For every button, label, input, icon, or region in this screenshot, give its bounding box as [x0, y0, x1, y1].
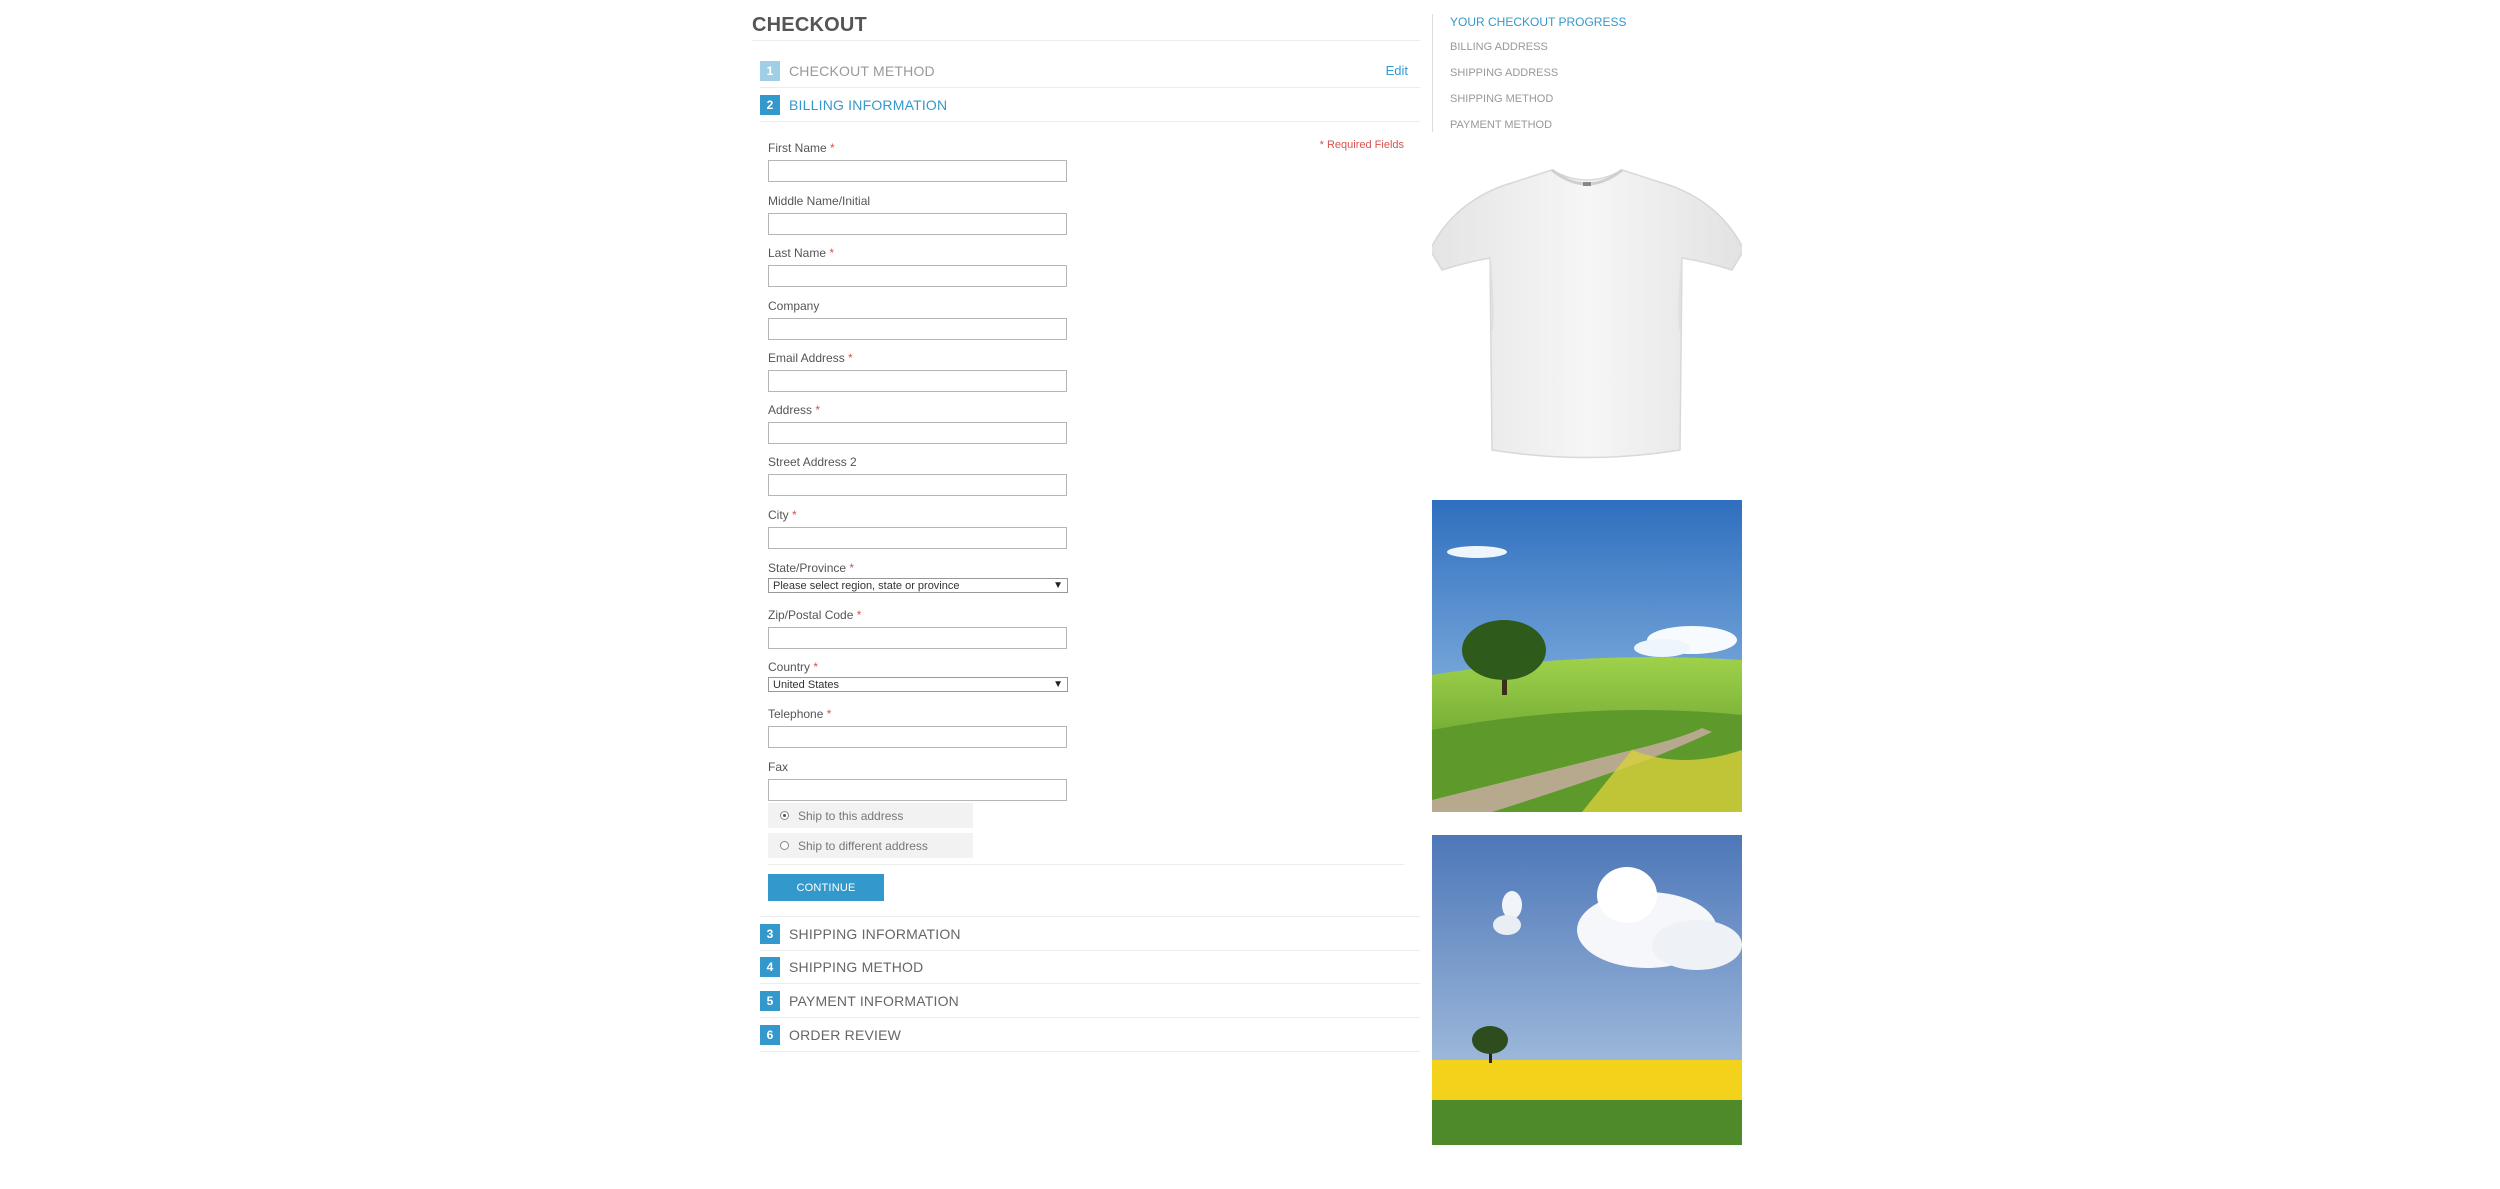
- zip-input[interactable]: [768, 627, 1067, 649]
- progress-item-billing-address: BILLING ADDRESS: [1450, 41, 1548, 53]
- ship-to-this-address-option[interactable]: Ship to this address: [768, 803, 973, 828]
- address-input[interactable]: [768, 422, 1067, 444]
- form-divider: [768, 864, 1404, 865]
- fax-input[interactable]: [768, 779, 1067, 801]
- step-checkout-method[interactable]: 1 CHECKOUT METHOD Edit: [760, 54, 1420, 88]
- zip-field: Zip/Postal Code *: [768, 607, 1067, 649]
- first-name-label: First Name *: [768, 141, 835, 155]
- step-number: 2: [760, 94, 780, 115]
- continue-button[interactable]: CONTINUE: [768, 874, 884, 901]
- telephone-input[interactable]: [768, 726, 1067, 748]
- company-field: Company: [768, 298, 1067, 340]
- middle-name-field: Middle Name/Initial: [768, 193, 1067, 235]
- step-number: 3: [760, 923, 780, 944]
- step-payment-information[interactable]: 5 PAYMENT INFORMATION: [760, 984, 1420, 1018]
- city-field: City *: [768, 507, 1067, 549]
- country-field: Country * United States ▼: [768, 659, 1068, 692]
- title-divider: [752, 40, 1420, 41]
- progress-item-payment-method: PAYMENT METHOD: [1450, 119, 1553, 131]
- company-label: Company: [768, 299, 820, 313]
- step-number: 4: [760, 956, 780, 977]
- address-label: Address *: [768, 403, 821, 417]
- last-name-input[interactable]: [768, 265, 1067, 287]
- email-input[interactable]: [768, 370, 1067, 392]
- city-input[interactable]: [768, 527, 1067, 549]
- email-field: Email Address *: [768, 350, 1067, 392]
- checkout-progress: YOUR CHECKOUT PROGRESS BILLING ADDRESS S…: [1432, 14, 1650, 132]
- company-input[interactable]: [768, 318, 1067, 340]
- zip-label: Zip/Postal Code *: [768, 608, 862, 622]
- email-label: Email Address *: [768, 351, 853, 365]
- fax-label: Fax: [768, 760, 789, 774]
- edit-link[interactable]: Edit: [1386, 63, 1408, 78]
- country-select-value: United States: [773, 678, 840, 691]
- required-fields-note: * Required Fields: [1319, 139, 1404, 151]
- step-label: SHIPPING INFORMATION: [789, 925, 961, 942]
- state-label: State/Province *: [768, 561, 855, 575]
- step-label: CHECKOUT METHOD: [789, 62, 935, 79]
- last-name-label: Last Name *: [768, 246, 835, 260]
- telephone-field: Telephone *: [768, 706, 1067, 748]
- ship-option-label: Ship to different address: [798, 838, 928, 853]
- step-number: 6: [760, 1024, 780, 1045]
- progress-item-shipping-address: SHIPPING ADDRESS: [1450, 67, 1559, 79]
- street-address-2-input[interactable]: [768, 474, 1067, 496]
- tshirt-image: [1432, 150, 1742, 482]
- page-title: CHECKOUT: [752, 14, 867, 36]
- ship-to-different-address-option[interactable]: Ship to different address: [768, 833, 973, 858]
- step-label: PAYMENT INFORMATION: [789, 992, 959, 1009]
- chevron-down-icon: ▼: [1053, 679, 1063, 690]
- step-label: BILLING INFORMATION: [789, 96, 948, 113]
- progress-item-shipping-method: SHIPPING METHOD: [1450, 93, 1554, 105]
- step-order-review[interactable]: 6 ORDER REVIEW: [760, 1018, 1420, 1052]
- chevron-down-icon: ▼: [1053, 580, 1063, 591]
- step-billing-information[interactable]: 2 BILLING INFORMATION: [760, 88, 1420, 122]
- checkout-progress-title: YOUR CHECKOUT PROGRESS: [1450, 15, 1627, 29]
- country-label: Country *: [768, 660, 819, 674]
- last-name-field: Last Name *: [768, 245, 1067, 287]
- ship-option-label: Ship to this address: [798, 808, 904, 823]
- street-address-2-field: Street Address 2: [768, 454, 1067, 496]
- telephone-label: Telephone *: [768, 707, 832, 721]
- step-label: SHIPPING METHOD: [789, 958, 924, 975]
- radio-selected-icon[interactable]: [780, 811, 789, 820]
- step-number: 5: [760, 990, 780, 1011]
- radio-unselected-icon[interactable]: [780, 841, 789, 850]
- address-field: Address *: [768, 402, 1067, 444]
- city-label: City *: [768, 508, 797, 522]
- landscape-image-field: [1432, 835, 1742, 1145]
- middle-name-label: Middle Name/Initial: [768, 194, 871, 208]
- step-number: 1: [760, 60, 780, 81]
- state-select[interactable]: Please select region, state or province …: [768, 578, 1068, 593]
- country-select[interactable]: United States ▼: [768, 677, 1068, 692]
- state-field: State/Province * Please select region, s…: [768, 560, 1068, 593]
- step-shipping-information[interactable]: 3 SHIPPING INFORMATION: [760, 916, 1420, 951]
- first-name-input[interactable]: [768, 160, 1067, 182]
- state-select-value: Please select region, state or province: [773, 579, 960, 592]
- step-label: ORDER REVIEW: [789, 1026, 902, 1043]
- step-shipping-method[interactable]: 4 SHIPPING METHOD: [760, 950, 1420, 984]
- first-name-field: First Name *: [768, 140, 1067, 182]
- street-address-2-label: Street Address 2: [768, 455, 857, 469]
- fax-field: Fax: [768, 759, 1067, 801]
- middle-name-input[interactable]: [768, 213, 1067, 235]
- landscape-image-path: [1432, 500, 1742, 812]
